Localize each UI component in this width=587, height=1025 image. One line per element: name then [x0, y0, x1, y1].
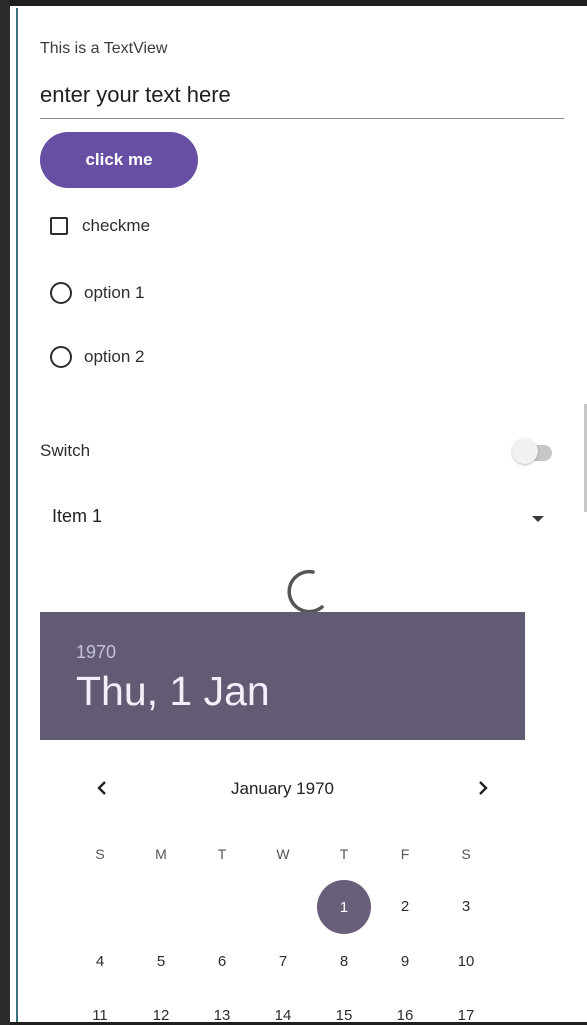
calendar-day[interactable]: 15: [324, 1007, 364, 1024]
next-month-button[interactable]: [471, 776, 495, 800]
calendar-day[interactable]: 17: [446, 1007, 486, 1024]
calendar-day[interactable]: 4: [80, 953, 120, 970]
calendar-day[interactable]: 9: [385, 953, 425, 970]
chevron-right-icon: [479, 781, 488, 795]
datepicker-year[interactable]: 1970: [76, 642, 116, 663]
checkbox-label: checkme: [82, 216, 151, 235]
text-input[interactable]: enter your text here: [40, 82, 564, 119]
checkbox-row[interactable]: checkme: [50, 216, 150, 236]
radio-option-1[interactable]: option 1: [50, 282, 145, 304]
switch-row[interactable]: Switch: [40, 438, 552, 468]
datepicker-header: 1970 Thu, 1 Jan: [40, 612, 525, 740]
spinner-dropdown[interactable]: Item 1: [40, 504, 544, 538]
calendar-day[interactable]: 10: [446, 953, 486, 970]
weekday-label: F: [400, 846, 410, 862]
calendar-day[interactable]: 16: [385, 1007, 425, 1024]
calendar-day[interactable]: 5: [141, 953, 181, 970]
radio-button[interactable]: [50, 282, 72, 304]
checkbox[interactable]: [50, 217, 68, 235]
calendar-day[interactable]: 8: [324, 953, 364, 970]
weekday-label: T: [339, 846, 349, 862]
datepicker-selected-date: Thu, 1 Jan: [76, 668, 270, 714]
switch-label: Switch: [40, 441, 91, 460]
weekday-label: T: [217, 846, 227, 862]
radio-label: option 2: [84, 347, 145, 366]
calendar-day[interactable]: 14: [263, 1007, 303, 1024]
click-me-button[interactable]: click me: [40, 132, 198, 188]
calendar-day[interactable]: 2: [385, 898, 425, 915]
calendar-day[interactable]: 3: [446, 898, 486, 915]
weekday-header-row: S M T W T F S: [40, 846, 525, 868]
weekday-label: W: [276, 846, 290, 862]
weekday-label: M: [155, 846, 167, 862]
calendar-day[interactable]: 11: [80, 1007, 120, 1024]
calendar-day[interactable]: 6: [202, 953, 242, 970]
dropdown-arrow-icon: [532, 516, 544, 522]
weekday-label: S: [95, 846, 105, 862]
calendar-day[interactable]: 13: [202, 1007, 242, 1024]
screen-content: This is a TextView enter your text here …: [18, 6, 587, 1025]
radio-option-2[interactable]: option 2: [50, 346, 145, 368]
radio-button[interactable]: [50, 346, 72, 368]
switch-thumb[interactable]: [512, 438, 538, 464]
spinner-selected-value: Item 1: [52, 506, 103, 526]
calendar-day[interactable]: 7: [263, 953, 303, 970]
textview: This is a TextView: [40, 40, 168, 57]
month-label: January 1970: [230, 779, 335, 798]
calendar-day[interactable]: 12: [141, 1007, 181, 1024]
weekday-label: S: [461, 846, 471, 862]
radio-label: option 1: [84, 283, 145, 302]
calendar-navigation: January 1970: [40, 776, 525, 810]
window-left-border: [0, 0, 10, 1025]
calendar-day-selected[interactable]: 1: [317, 880, 371, 934]
